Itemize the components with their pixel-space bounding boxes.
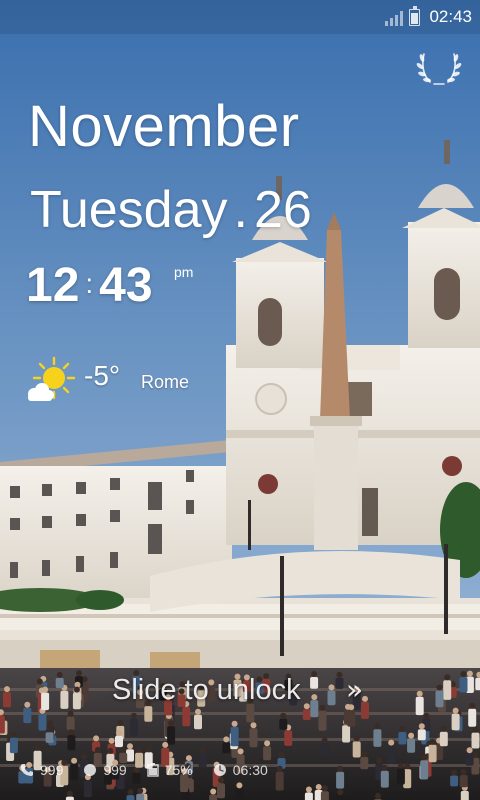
clock-ampm: pm — [174, 264, 194, 280]
phone-icon — [21, 764, 33, 776]
notification-bar: 999 999 75% 06:30 — [20, 760, 268, 780]
signal-bars-icon — [385, 10, 403, 26]
clock-time: 12:43 — [26, 262, 153, 310]
status-icons — [385, 6, 420, 26]
battery-percent: 75% — [164, 762, 193, 778]
clock-month: November — [28, 94, 300, 159]
status-time: 02:43 — [429, 7, 472, 26]
weather-temperature: -5° — [84, 360, 121, 391]
clock-minute: 43 — [99, 259, 153, 312]
alarm-time: 06:30 — [232, 762, 268, 778]
slide-to-unlock-label[interactable]: Slide to unlock — [112, 676, 301, 705]
clock-weekday: Tuesday — [30, 181, 228, 239]
message-icon — [84, 764, 97, 776]
laurel-wreath-icon[interactable] — [416, 46, 462, 86]
alarm-clock-icon — [213, 764, 226, 776]
clock-date-line: Tuesday. 26 — [30, 184, 312, 236]
unread-messages-count: 999 — [103, 762, 127, 778]
double-chevron-right-icon[interactable]: » — [346, 676, 363, 704]
clock-hour: 12 — [26, 259, 80, 312]
clock-day: 26 — [253, 181, 312, 239]
clock-date-separator: . — [233, 181, 248, 239]
battery-icon — [409, 6, 420, 26]
clock-colon: : — [85, 268, 94, 299]
weather-city: Rome — [141, 372, 190, 392]
sun-cloud-icon[interactable] — [24, 356, 76, 404]
status-bar: 02:43 — [0, 0, 480, 34]
missed-calls-count: 999 — [40, 762, 64, 778]
battery-status-icon — [147, 763, 159, 777]
